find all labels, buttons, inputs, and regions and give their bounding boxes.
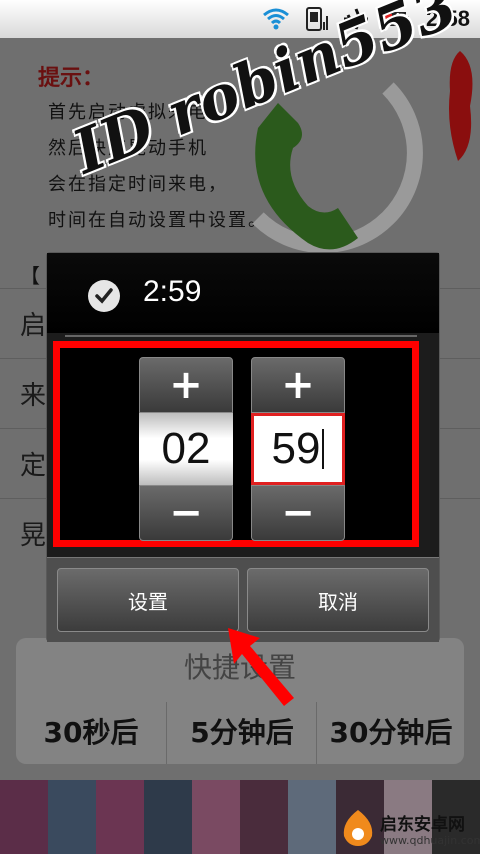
set-button[interactable]: 设置 — [57, 568, 239, 632]
hour-decrement-button[interactable]: − — [139, 485, 233, 541]
hint-title: 提示： — [38, 65, 105, 91]
row-label: 启 — [20, 311, 47, 341]
red-arrow-annotation-icon — [228, 628, 294, 706]
site-name: 启东安卓网 — [380, 815, 465, 835]
hour-input[interactable]: 02 — [139, 413, 233, 485]
dialog-title: 2:59 — [143, 275, 202, 308]
red-blot-decoration — [449, 51, 473, 161]
section-label: 【 — [20, 264, 40, 288]
site-url: www.qdhuajin.com — [380, 834, 480, 847]
hour-spinner: + 02 − — [139, 357, 233, 541]
quick-30min-button[interactable]: 30分钟后 — [316, 702, 465, 764]
dialog-divider — [65, 335, 417, 337]
quick-30s-button[interactable]: 30秒后 — [16, 702, 166, 764]
hint-line-3: 会在指定时间来电， — [48, 174, 228, 195]
minute-decrement-button[interactable]: − — [251, 485, 345, 541]
wifi-icon — [262, 8, 289, 30]
minute-spinner: + 59 − — [251, 357, 345, 541]
site-logo-icon — [343, 810, 373, 846]
dialog-header: 2:59 — [47, 253, 439, 333]
minute-input[interactable]: 59 — [251, 413, 345, 485]
quick-5min-button[interactable]: 5分钟后 — [166, 702, 317, 764]
text-caret — [322, 429, 325, 469]
site-badge: 启东安卓网 www.qdhuajin.com — [340, 806, 480, 854]
picker-highlight-frame — [53, 341, 419, 547]
hour-increment-button[interactable]: + — [139, 357, 233, 413]
hint-line-4: 时间在自动设置中设置。 — [48, 210, 268, 231]
minute-value: 59 — [271, 424, 321, 473]
clock-icon — [88, 280, 120, 312]
minute-increment-button[interactable]: + — [251, 357, 345, 413]
time-picker-dialog: 2:59 + 02 − + 59 − 设置 取消 — [46, 252, 440, 642]
